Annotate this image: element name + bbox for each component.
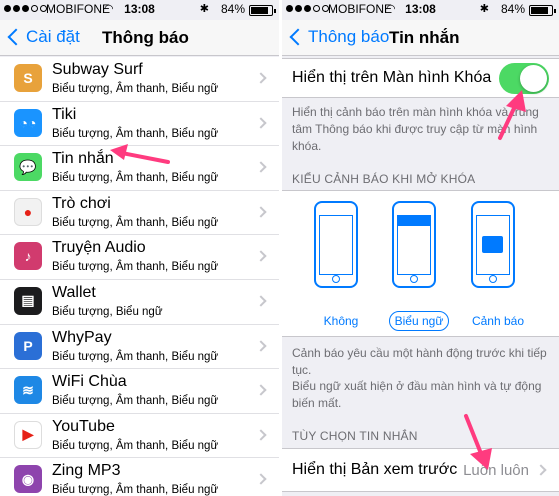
bluetooth-icon: ✱ [479, 3, 489, 15]
back-button-label: Thông báo [308, 27, 390, 46]
app-name: Subway Surf [52, 61, 143, 78]
app-name: Truyện Audio [52, 239, 146, 257]
chevron-right-icon [255, 161, 267, 173]
list-item[interactable]: ● Trò chơi Biểu tượng, Âm thanh, Biểu ngữ [0, 191, 279, 236]
app-name: WiFi Chùa [52, 373, 127, 391]
app-list: S Subway Surf Biểu tượng, Âm thanh, Biểu n… [0, 57, 279, 496]
app-name: Tiki [52, 105, 77, 123]
alert-style-picker: Không Biểu ngữ Cảnh báo [282, 190, 559, 337]
style-label-alert: Cảnh báo [471, 314, 525, 328]
list-item[interactable]: S Subway Surf Biểu tượng, Âm thanh, Biểu n… [0, 57, 279, 102]
chevron-right-icon [255, 339, 267, 352]
youtube-icon: ▶ [14, 420, 42, 449]
app-name: Tin nhắn [52, 150, 114, 168]
wallet-icon: ▤ [14, 286, 42, 315]
preview-row[interactable]: Hiển thị Bản xem trước Luôn luôn [282, 448, 559, 492]
style-option-alert[interactable]: Cảnh báo [468, 201, 528, 331]
app-notification-types: Biểu tượng, Âm thanh, Biểu ngữ [52, 395, 219, 408]
banner-footer: Biểu ngữ xuất hiện ở đầu màn hình và tự … [292, 379, 542, 410]
app-notification-types: Biểu tượng, Âm thanh, Biểu ngữ [52, 127, 219, 140]
message-options-header: TÙY CHỌN TIN NHẮN [292, 429, 418, 443]
list-item[interactable]: 💬 Tin nhắn Biểu tượng, Âm thanh, Biểu ngữ [0, 146, 279, 191]
app-name: Zing MP3 [52, 462, 121, 480]
style-option-none[interactable]: Không [311, 201, 371, 331]
chevron-right-icon [255, 384, 267, 396]
chevron-right-icon [255, 295, 267, 307]
app-notification-types: Biểu tượng, Âm thanh, Biểu ngữ [52, 484, 219, 496]
app-notification-types: Biểu tượng, Âm thanh, Biểu ngữ [52, 83, 219, 95]
lock-screen-label: Hiển thị trên Màn hình Khóa [292, 69, 492, 86]
app-notification-types: Biểu tượng, Âm thanh, Biểu ngữ [52, 439, 219, 452]
bluetooth-icon: ✱ [199, 3, 209, 15]
screenshot-root: MOBIFONE ◠ 13:08 ✱ 84% Cài đặt Thông báo… [0, 0, 559, 496]
whypay-icon: P [14, 331, 42, 360]
chevron-right-icon [255, 72, 267, 84]
app-name: WhyPay [52, 328, 112, 346]
game-center-icon: ● [14, 197, 42, 226]
chevron-right-icon [255, 116, 267, 129]
status-bar: MOBIFONE ◠ 13:08 ✱ 84% [0, 0, 279, 20]
status-bar: MOBIFONE ◠ 13:08 ✱ 84% [282, 0, 559, 20]
zing-mp3-icon: ◉ [14, 465, 42, 494]
chevron-left-icon [289, 28, 307, 46]
chevron-right-icon [255, 250, 267, 263]
list-item[interactable]: ≋ WiFi Chùa Biểu tượng, Âm thanh, Biểu ngữ [0, 369, 279, 414]
back-button[interactable]: Thông báo [288, 27, 389, 47]
notifications-screen: MOBIFONE ◠ 13:08 ✱ 84% Cài đặt Thông báo… [0, 0, 279, 496]
app-notification-types: Biểu tượng, Âm thanh, Biểu ngữ [52, 216, 219, 229]
app-notification-types: Biểu tượng, Biểu ngữ [52, 305, 163, 318]
battery-icon [249, 5, 276, 16]
lock-screen-row: Hiển thị trên Màn hình Khóa [282, 58, 559, 98]
lock-screen-toggle[interactable] [499, 63, 549, 94]
list-item[interactable]: ♪ Truyện Audio Biểu tượng, Âm thanh, Biểu … [0, 235, 279, 280]
lock-screen-footer: Hiển thị cảnh báo trên màn hình khóa và … [292, 105, 539, 153]
page-title: Thông báo [102, 28, 189, 47]
battery-percent: 84% [220, 2, 245, 16]
app-name: Wallet [52, 283, 96, 301]
messages-icon: 💬 [14, 153, 42, 182]
chevron-right-icon [535, 464, 547, 476]
list-item[interactable]: P WhyPay Biểu tượng, Âm thanh, Biểu ngữ [0, 325, 279, 370]
tiki-icon: ◔◔ [14, 108, 42, 137]
list-item[interactable]: ◔◔ Tiki Biểu tượng, Âm thanh, Biểu ngữ [0, 102, 279, 147]
preview-value: Luôn luôn [463, 462, 529, 479]
chevron-right-icon [255, 429, 267, 441]
back-button[interactable]: Cài đặt [6, 27, 80, 47]
navigation-bar: Thông báo Tin nhắn [282, 20, 559, 56]
battery-percent: 84% [500, 2, 525, 16]
style-label-banner: Biểu ngữ [389, 311, 449, 331]
preview-label: Hiển thị Bản xem trước [292, 461, 458, 478]
alert-style-header: KIỂU CẢNH BÁO KHI MỞ KHÓA [292, 172, 476, 186]
wifi-chua-icon: ≋ [14, 376, 42, 405]
list-item[interactable]: ▶ YouTube Biểu tượng, Âm thanh, Biểu ngữ [0, 414, 279, 459]
toggle-knob [520, 65, 547, 92]
chevron-left-icon [7, 28, 25, 46]
app-name: YouTube [52, 417, 115, 435]
navigation-bar: Cài đặt Thông báo [0, 20, 279, 56]
phone-alert-icon [471, 201, 515, 288]
truyen-audio-icon: ♪ [14, 242, 42, 271]
subway-surf-icon: S [14, 64, 42, 92]
style-option-banner[interactable]: Biểu ngữ [389, 201, 449, 331]
style-label-none: Không [323, 314, 359, 328]
page-title: Tin nhắn [389, 28, 460, 47]
app-notification-types: Biểu tượng, Âm thanh, Biểu ngữ [52, 350, 219, 363]
app-notification-types: Biểu tượng, Âm thanh, Biểu ngữ [52, 172, 219, 185]
app-name: Trò chơi [52, 194, 111, 212]
phone-banner-icon [392, 201, 436, 288]
app-notification-types: Biểu tượng, Âm thanh, Biểu ngữ [52, 261, 219, 274]
alert-footer: Cảnh báo yêu cầu một hành động trước khi… [292, 346, 547, 377]
list-item[interactable]: ◉ Zing MP3 Biểu tượng, Âm thanh, Biểu ngữ [0, 458, 279, 496]
list-item[interactable]: ▤ Wallet Biểu tượng, Biểu ngữ [0, 280, 279, 325]
chevron-right-icon [255, 473, 267, 486]
messages-notification-screen: MOBIFONE ◠ 13:08 ✱ 84% Thông báo Tin nhắ… [282, 0, 559, 496]
battery-icon [529, 5, 556, 16]
back-button-label: Cài đặt [26, 27, 80, 46]
phone-none-icon [314, 201, 358, 288]
chevron-right-icon [255, 206, 267, 218]
